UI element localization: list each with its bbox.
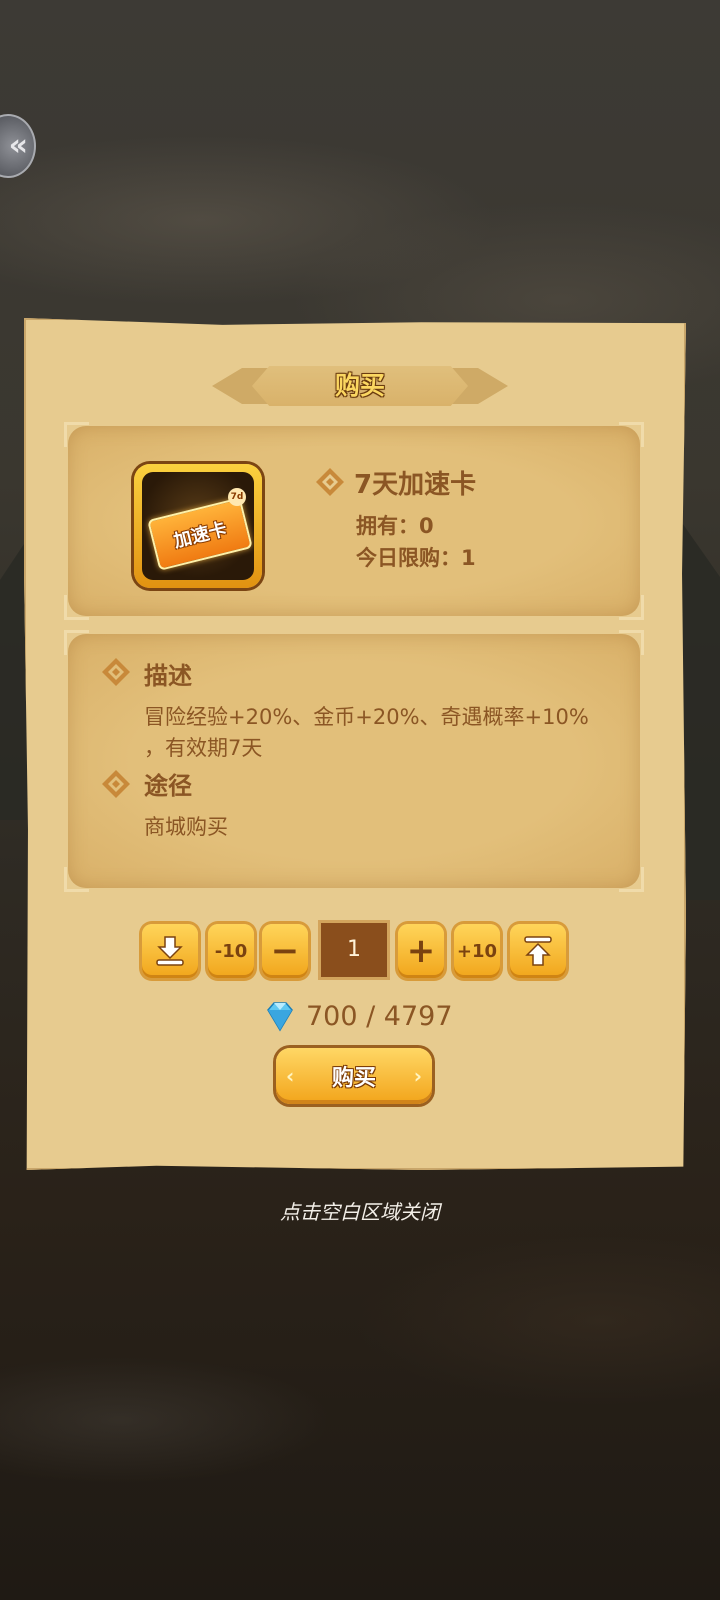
speed-card-icon: 加速卡 xyxy=(147,497,253,571)
corner-ornament xyxy=(64,867,89,892)
double-chevron-left-icon: « xyxy=(8,128,28,163)
quantity-value[interactable]: 1 xyxy=(318,920,390,980)
daily-limit: 今日限购：1 xyxy=(356,546,476,570)
quantity-minus-button[interactable]: − xyxy=(262,924,308,978)
price-text: 700 / 4797 xyxy=(306,1000,453,1032)
speed-card-icon-text: 加速卡 xyxy=(171,518,230,553)
description-text-line1: 冒险经验+20%、金币+20%、奇遇概率+10% xyxy=(144,705,589,729)
speed-card-tag: 7d xyxy=(228,488,246,506)
owned-count: 拥有：0 xyxy=(356,514,434,538)
item-name: 7天加速卡 xyxy=(354,470,477,500)
buy-button[interactable]: ‹ 购买 › xyxy=(276,1048,432,1104)
arrow-down-to-bar-icon xyxy=(156,936,184,966)
quantity-plus10-button[interactable]: +10 xyxy=(454,924,500,978)
quantity-plus-button[interactable]: + xyxy=(398,924,444,978)
quantity-minus10-button[interactable]: -10 xyxy=(208,924,254,978)
description-heading: 描述 xyxy=(144,662,192,690)
source-heading: 途径 xyxy=(144,772,192,800)
item-icon-frame: 加速卡 7d xyxy=(134,464,262,588)
chevron-right-icon: › xyxy=(413,1064,422,1088)
chevron-left-icon: ‹ xyxy=(286,1064,295,1088)
diamond-gem-icon xyxy=(267,1002,293,1032)
corner-ornament xyxy=(619,867,644,892)
close-hint-text: 点击空白区域关闭 xyxy=(280,1200,440,1224)
corner-ornament xyxy=(619,630,644,655)
diamond-bullet-icon xyxy=(102,770,130,798)
source-text: 商城购买 xyxy=(144,815,228,839)
arrow-up-to-bar-icon xyxy=(524,936,552,966)
item-icon-background: 加速卡 7d xyxy=(142,472,254,580)
diamond-bullet-icon xyxy=(102,658,130,686)
quantity-min-button[interactable] xyxy=(142,924,198,978)
quantity-max-button[interactable] xyxy=(510,924,566,978)
background-mountain-right xyxy=(680,520,720,900)
corner-ornament xyxy=(619,595,644,620)
dialog-title: 购买 xyxy=(334,371,385,400)
corner-ornament xyxy=(619,422,644,447)
description-text-line2: ，有效期7天 xyxy=(144,736,263,760)
corner-ornament xyxy=(64,630,89,655)
buy-button-label: 购买 xyxy=(331,1066,376,1091)
corner-ornament xyxy=(64,422,89,447)
price-display: 700 / 4797 xyxy=(262,996,453,1036)
corner-ornament xyxy=(64,595,89,620)
diamond-bullet-icon xyxy=(316,468,344,496)
